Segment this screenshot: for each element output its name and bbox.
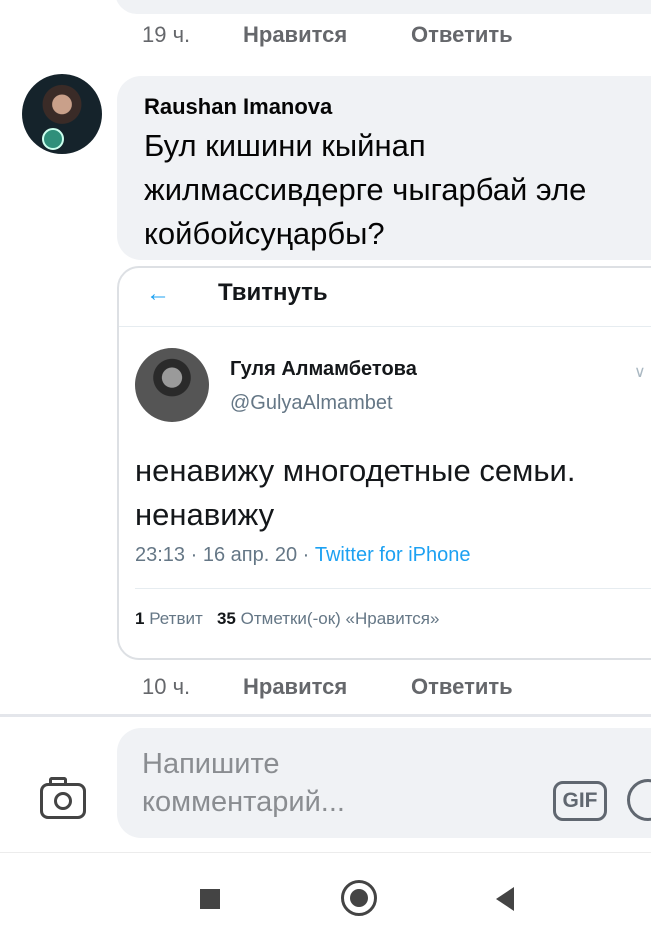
comment-time: 10 ч. (142, 674, 191, 699)
previous-comment-time: 19 ч. (142, 22, 191, 47)
tweet-header-divider (119, 326, 651, 327)
tweet-avatar (135, 348, 209, 422)
like-button[interactable]: Нравится (243, 674, 347, 700)
back-triangle-icon[interactable] (496, 887, 514, 911)
comment-text: Бул кишини кыйнап жилмассивдерге чыгарба… (144, 128, 587, 251)
reply-button[interactable]: Ответить (411, 674, 513, 700)
tweet-stats-divider (135, 588, 651, 589)
tweet-text: ненавижу многодетные семьи. ненавижу (135, 453, 576, 532)
recents-square-icon[interactable] (200, 889, 220, 909)
tweet-author-handle: @GulyaAlmambet (230, 392, 393, 414)
home-circle-icon[interactable] (341, 880, 377, 916)
gif-button[interactable]: GIF (553, 781, 607, 821)
avatar-badge (42, 128, 64, 150)
likes-label: Отметки(-ок) «Нравится» (240, 609, 440, 628)
arrow-left-icon: ← (146, 280, 170, 307)
camera-icon[interactable] (40, 777, 86, 819)
tweet-meta: 23:13 · 16 апр. 20 · Twitter for iPhone (135, 544, 470, 567)
tweet-author-name: Гуля Алмамбетова (230, 358, 417, 380)
retweets-count: 1 (135, 609, 145, 628)
previous-like-button[interactable]: Нравится (243, 22, 347, 48)
tweet-header-title: Твитнуть (218, 279, 328, 306)
avatar[interactable] (22, 74, 102, 154)
tweet-timestamp: 23:13 · 16 апр. 20 · (135, 544, 315, 566)
likes-count: 35 (216, 609, 236, 628)
tweet-source: Twitter for iPhone (314, 544, 471, 566)
chevron-down-icon: ∨ (634, 364, 646, 381)
retweets-label: Ретвит (149, 609, 203, 628)
comment-input-placeholder: Напишите комментарий... (142, 748, 345, 818)
previous-reply-button[interactable]: Ответить (411, 22, 513, 48)
navigation-bar (0, 852, 651, 949)
section-divider (0, 714, 651, 717)
previous-comment-bubble (115, 0, 651, 14)
comment-author[interactable]: Raushan Imanova (144, 94, 332, 120)
tweet-stats: 1 Ретвит 35 Отметки(-ок) «Нравится» (135, 609, 439, 629)
